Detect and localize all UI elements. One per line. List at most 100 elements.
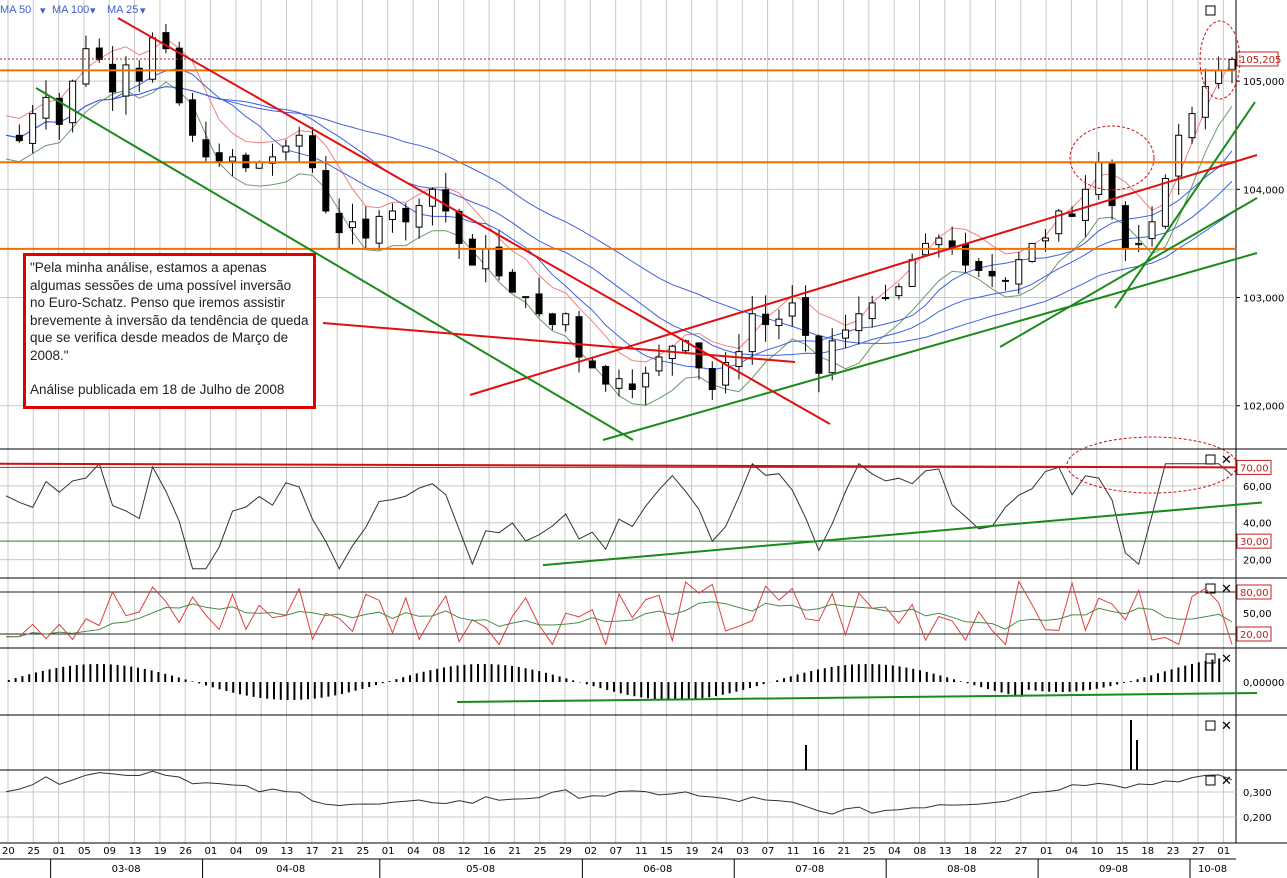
ma100-dropdown-icon[interactable]: ▾ [90, 4, 96, 17]
candle-body [1068, 213, 1076, 217]
candle-body [961, 243, 969, 266]
macd-support-trendline [456, 692, 1258, 703]
x-day-label: 13 [281, 846, 294, 857]
candle-body [628, 383, 636, 390]
ma25-label[interactable]: MA 25 [107, 4, 138, 16]
x-day-label: 21 [331, 846, 344, 857]
candle-body [1228, 59, 1236, 70]
x-day-label: 10 [1091, 846, 1104, 857]
candle-body [935, 237, 943, 246]
x-day-label: 15 [1116, 846, 1129, 857]
candle-body [828, 340, 836, 374]
x-month-label: 04-08 [276, 864, 305, 875]
candle-body [588, 360, 596, 369]
candle-body [1135, 242, 1143, 246]
analysis-published-date: Análise publicada em 18 de Julho de 2008 [30, 382, 285, 397]
x-day-label: 02 [584, 846, 597, 857]
rsi-level-label: 30,00 [1240, 537, 1269, 548]
candle-body [1001, 279, 1009, 282]
x-month-label: 10-08 [1198, 864, 1227, 875]
x-day-label: 11 [787, 846, 800, 857]
x-day-label: 04 [888, 846, 901, 857]
x-day-label: 08 [432, 846, 445, 857]
candle-body [695, 342, 703, 369]
candle-body [415, 205, 423, 228]
candle-body [202, 139, 210, 158]
panel-maximize-icon[interactable] [1205, 775, 1216, 786]
panel-close-icon[interactable]: ✕ [1221, 453, 1232, 468]
x-day-label: 01 [382, 846, 395, 857]
x-month-label: 08-08 [947, 864, 976, 875]
x-day-label: 18 [1141, 846, 1154, 857]
candle-body [29, 113, 37, 144]
candle-body [842, 329, 850, 339]
candle-body [1015, 259, 1023, 285]
panel-close-icon[interactable]: ✕ [1221, 652, 1232, 667]
resistance-trendline [322, 322, 796, 363]
x-day-label: 11 [635, 846, 648, 857]
stoch-d-line [5, 601, 1233, 638]
x-day-label: 04 [1065, 846, 1078, 857]
candle-body [42, 96, 50, 119]
rsi-line [5, 462, 1233, 570]
candle-body [988, 270, 996, 277]
candle-body [1215, 69, 1223, 84]
panel-close-icon[interactable]: ✕ [1221, 582, 1232, 597]
x-day-label: 07 [610, 846, 623, 857]
x-day-label: 09 [255, 846, 268, 857]
analysis-quote: "Pela minha análise, estamos a apenas al… [30, 260, 309, 363]
panel-maximize-icon[interactable] [1205, 653, 1216, 664]
candle-body [468, 238, 476, 266]
x-day-label: 07 [762, 846, 775, 857]
x-day-label: 13 [939, 846, 952, 857]
x-day-label: 01 [205, 846, 218, 857]
chart-svg[interactable]: ✕✕✕✕✕102,000103,000104,000105,000105,205… [0, 0, 1287, 878]
candle-body [975, 260, 983, 271]
candle-body [482, 248, 490, 270]
x-day-label: 25 [27, 846, 40, 857]
candle-body [708, 368, 716, 390]
candle-body [908, 259, 916, 287]
x-day-label: 01 [1217, 846, 1230, 857]
rsi-highlight-ellipse [1066, 436, 1238, 494]
price-y-tick-label: 102,000 [1243, 402, 1284, 413]
ma50-label[interactable]: MA 50 [0, 4, 31, 16]
ma100-label[interactable]: MA 100 [52, 4, 89, 16]
candle-body [15, 134, 23, 142]
candle-body [762, 313, 770, 326]
candle-body [348, 221, 356, 229]
rsi-y-tick-label: 60,00 [1243, 482, 1272, 493]
candle-body [1081, 188, 1089, 221]
candle-body [562, 313, 570, 326]
candle-body [1028, 242, 1036, 262]
price-y-tick-label: 103,000 [1243, 294, 1284, 305]
panel-maximize-icon[interactable] [1205, 454, 1216, 465]
candle-body [362, 218, 370, 239]
candle-body [442, 189, 450, 212]
candle-body [295, 134, 303, 147]
candle-body [602, 366, 610, 385]
ma50-dropdown-icon[interactable]: ▾ [40, 4, 46, 17]
x-day-label: 08 [914, 846, 927, 857]
x-day-label: 05 [78, 846, 91, 857]
panel-maximize-icon[interactable] [1205, 5, 1216, 16]
panel-close-icon[interactable]: ✕ [1221, 719, 1232, 734]
candle-body [455, 210, 463, 244]
x-day-label: 24 [711, 846, 724, 857]
stoch-y-tick-label: 50,00 [1243, 609, 1272, 620]
x-day-label: 04 [407, 846, 420, 857]
x-day-label: 16 [812, 846, 825, 857]
x-day-label: 27 [1192, 846, 1205, 857]
rsi-y-tick-label: 20,00 [1243, 556, 1272, 567]
panel-maximize-icon[interactable] [1205, 720, 1216, 731]
osc-y-tick-label: 0,200 [1243, 813, 1272, 824]
osc-line [5, 770, 1233, 815]
x-day-label: 29 [559, 846, 572, 857]
x-day-label: 15 [660, 846, 673, 857]
macd-y-tick-label: 0,00000 [1243, 678, 1284, 689]
ma25-dropdown-icon[interactable]: ▾ [140, 4, 146, 17]
candle-body [375, 215, 383, 244]
candle-body [1188, 113, 1196, 139]
x-day-label: 19 [154, 846, 167, 857]
candle-body [1121, 205, 1129, 250]
